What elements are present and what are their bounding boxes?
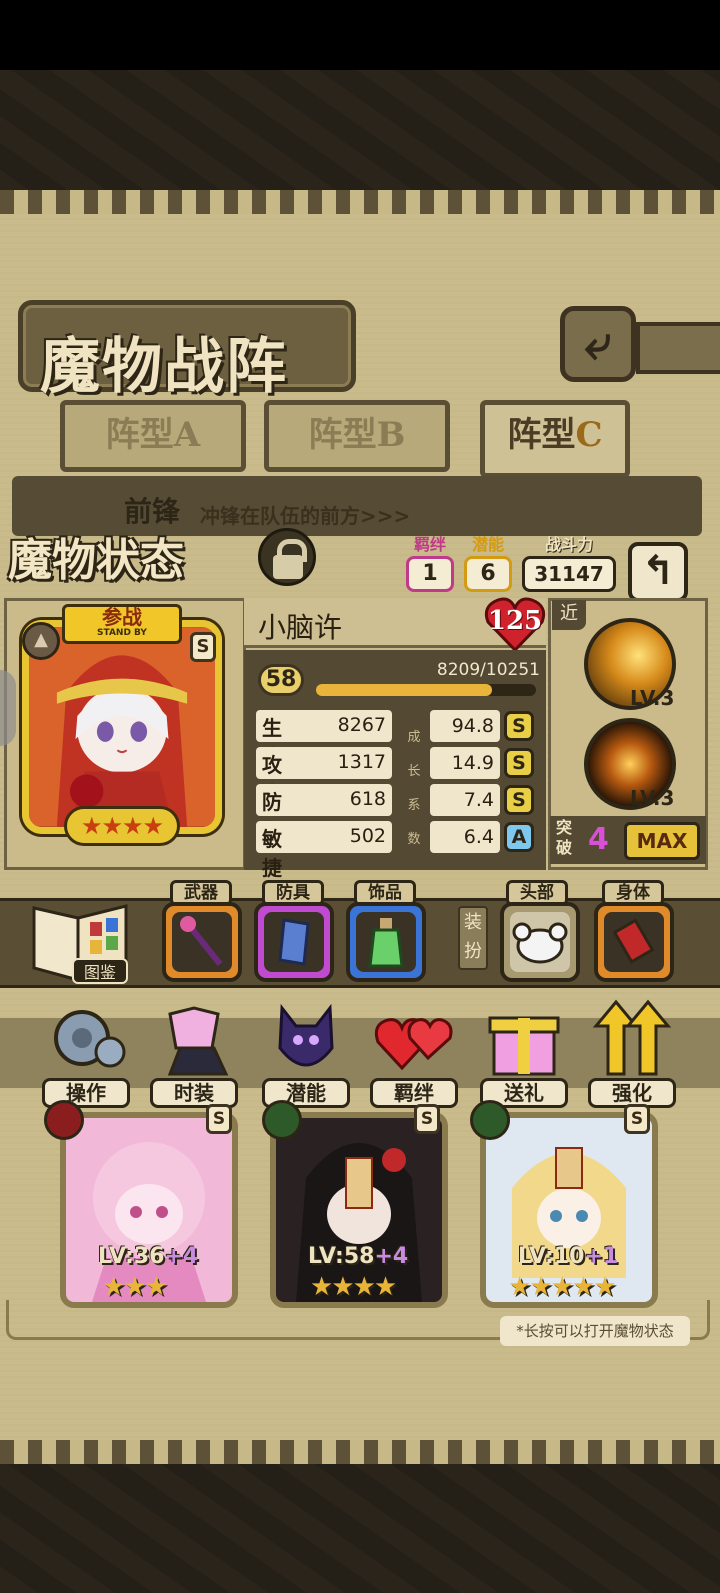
mouse-hat-icon [512,922,568,964]
team-card-1-stars: ★★★ [102,1272,168,1302]
title-rail [636,322,720,374]
breakthrough-value: 4 [588,822,609,857]
potential-stat: 潜能 6 [464,536,512,592]
tab-formation-b[interactable]: 阵型B [264,400,450,472]
heart-level: 125 [487,606,543,636]
grade-badge: S [504,748,534,778]
growth-label-char: 系 [407,798,421,813]
action-gift-button[interactable]: 送礼 [476,998,572,1110]
grade-badge: S [504,785,534,815]
vanguard-desc: 冲锋在队伍的前方>>> [200,504,411,528]
range-tag: 近 [552,600,586,630]
level-badge: 58 [258,664,304,696]
demon-icon [278,1003,334,1067]
action-operate-button[interactable]: 操作 [38,998,134,1110]
growth-value: 94.8 [430,710,500,742]
breakthrough-label: 突破 [556,818,573,857]
stat-label: 敏捷 [262,827,282,880]
armor-slot[interactable] [254,902,334,982]
team-card-3-stars: ★★★★★ [508,1272,617,1302]
growth-label-char: 数 [407,832,421,847]
accessory-slot[interactable] [346,902,426,982]
exp-bar [316,684,536,696]
scroll-icon [612,918,655,964]
head-slot[interactable] [500,902,580,982]
tab-formation-a[interactable]: 阵型A [60,400,246,472]
fire-icon [44,1100,84,1140]
bracer-icon [278,918,310,966]
leaf-icon [470,1100,510,1140]
skill-2-level: LV.3 [630,786,675,810]
long-press-hint: *长按可以打开魔物状态 [500,1316,690,1346]
side-handle[interactable] [0,670,16,746]
growth-value: 7.4 [430,784,500,816]
team-card-1-level: LV:36+4 [98,1244,199,1269]
action-bond-button[interactable]: 羁绊 [366,998,462,1110]
power-stat: 战斗力 31147 [522,536,616,592]
exp-bar-fill [316,684,492,696]
team-card-2-stars: ★★★★ [310,1272,397,1302]
staff-icon [180,916,223,966]
stat-value: 502 [349,825,386,847]
lock-icon[interactable] [258,528,316,586]
gift-icon [488,1016,560,1076]
team-card-3-rank: S [624,1104,650,1134]
element-icon: ▲ [22,622,60,660]
exp-text: 8209/10251 [436,660,540,680]
standby-badge: 参战 STAND BY [62,604,182,644]
action-upgrade-button[interactable]: 强化 [584,998,680,1110]
rank-badge: S [190,632,216,662]
back-arrow-icon: ⤶ [584,315,612,371]
status-title: 魔物状态 [8,535,184,586]
page-title: 魔物战阵 [40,332,288,402]
panel-edge-top [0,190,720,214]
potion-icon [368,918,404,968]
team-card-1-rank: S [206,1104,232,1134]
tab-formation-c[interactable]: 阵型C [480,400,630,478]
team-card-3-level: LV:10+1 [518,1244,619,1269]
action-outfit-button[interactable]: 时装 [146,998,242,1110]
growth-value: 14.9 [430,747,500,779]
back-button[interactable]: ⤶ [560,306,636,382]
status-bar [0,0,720,70]
upgrade-arrows-icon [592,999,672,1076]
stat-value: 618 [349,788,386,810]
team-card-2-rank: S [414,1104,440,1134]
leaf-icon [262,1100,302,1140]
growth-value: 6.4 [430,821,500,853]
body-slot[interactable] [594,902,674,982]
codex-label: 图鉴 [72,958,128,984]
outfit-icon [167,1006,229,1076]
status-back-button[interactable]: ↰ [628,542,688,602]
character-stars: ★★★★ [64,806,180,846]
stat-value: 1317 [337,751,386,773]
stat-value: 8267 [337,714,386,736]
action-potential-button[interactable]: 潜能 [258,998,354,1110]
character-name: 小脑许 [258,611,343,644]
growth-label-char: 长 [407,764,421,779]
back-arrow-icon: ↰ [641,548,675,594]
grade-badge: A [504,822,534,852]
grade-badge: S [504,711,534,741]
gear-icon [54,1010,126,1068]
hearts-icon [374,1018,453,1071]
dress-tag: 装扮 [458,906,488,970]
max-button[interactable]: MAX [624,822,700,860]
team-card-2-level: LV:58+4 [308,1244,409,1269]
character-portrait-art [29,627,215,827]
bond-stat: 羁绊 1 [406,536,454,592]
skill-1-level: LV.3 [630,686,675,710]
panel-edge-bottom [0,1440,720,1464]
growth-label-char: 成 [407,730,421,745]
weapon-slot[interactable] [162,902,242,982]
